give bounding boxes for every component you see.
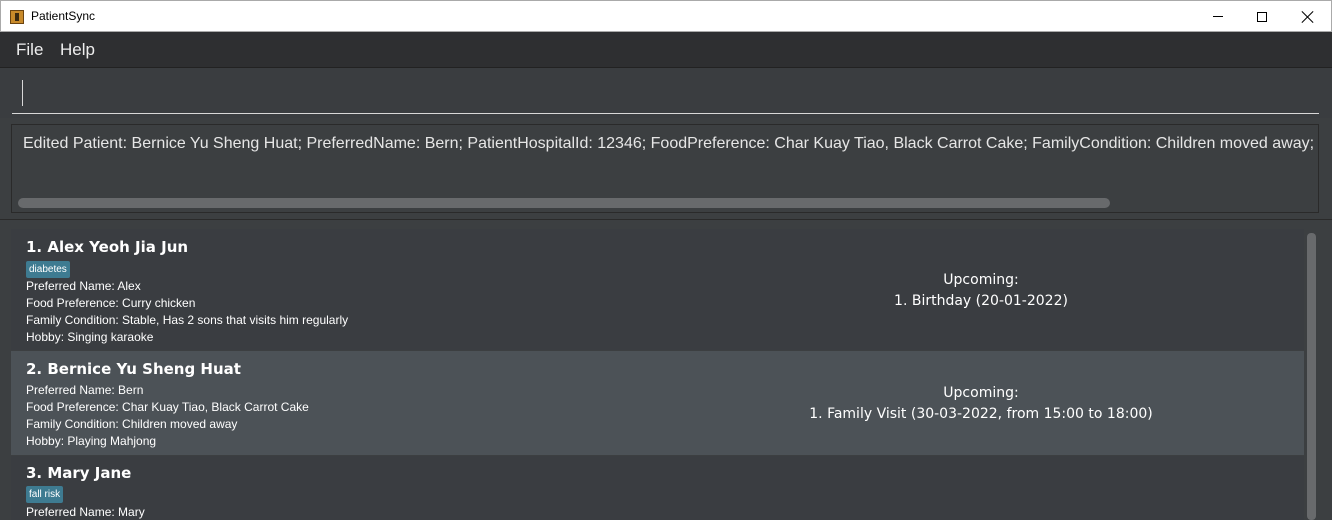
menu-help[interactable]: Help [60,40,95,60]
vertical-scrollbar-thumb[interactable] [1307,233,1316,520]
food-preference: Food Preference: Curry chicken [26,296,196,310]
patient-name: 3. Mary Jane [26,464,132,482]
upcoming-event: 1. Birthday (20-01-2022) [894,293,1068,309]
patient-card[interactable]: 1. Alex Yeoh Jia Jun diabetes Preferred … [11,229,1304,350]
patient-list[interactable]: 1. Alex Yeoh Jia Jun diabetes Preferred … [11,229,1321,520]
upcoming-title: Upcoming: [943,272,1019,288]
result-display[interactable]: Edited Patient: Bernice Yu Sheng Huat; P… [11,124,1319,213]
menu-file[interactable]: File [16,40,43,60]
menu-bar: File Help [0,32,1332,68]
close-icon [1302,11,1314,23]
preferred-name: Preferred Name: Bern [26,383,144,397]
patient-tag: fall risk [26,486,64,503]
close-button[interactable] [1285,1,1331,32]
patient-name: 1. Alex Yeoh Jia Jun [26,238,189,256]
preferred-name: Preferred Name: Mary [26,505,145,519]
maximize-icon [1257,11,1267,22]
maximize-button[interactable] [1239,1,1285,32]
patient-tag: diabetes [26,261,70,278]
vertical-scrollbar[interactable] [1307,233,1316,520]
food-preference: Food Preference: Char Kuay Tiao, Black C… [26,400,309,414]
patient-card-selected[interactable]: 2. Bernice Yu Sheng Huat Preferred Name:… [11,351,1304,455]
text-caret [22,80,23,106]
family-condition: Family Condition: Children moved away [26,417,238,431]
family-condition: Family Condition: Stable, Has 2 sons tha… [26,313,349,327]
divider [0,219,1332,220]
command-input[interactable] [12,74,1319,114]
horizontal-scrollbar-thumb[interactable] [18,198,1110,208]
command-box [0,68,1332,118]
upcoming-section: Upcoming: 1. Birthday (20-01-2022) [781,270,1181,312]
result-text: Edited Patient: Bernice Yu Sheng Huat; P… [23,135,1315,152]
window-title: PatientSync [31,9,96,23]
patient-name: 2. Bernice Yu Sheng Huat [26,360,241,378]
minimize-button[interactable] [1195,1,1241,32]
title-bar: PatientSync [0,0,1332,32]
upcoming-event: 1. Family Visit (30-03-2022, from 15:00 … [809,406,1153,422]
patient-card[interactable]: 3. Mary Jane fall risk Preferred Name: M… [11,456,1304,520]
hobby: Hobby: Singing karaoke [26,330,154,344]
minimize-icon [1213,16,1223,17]
preferred-name: Preferred Name: Alex [26,279,141,293]
upcoming-title: Upcoming: [943,385,1019,401]
horizontal-scrollbar[interactable] [18,198,1314,208]
hobby: Hobby: Playing Mahjong [26,434,157,448]
app-icon [10,10,24,24]
upcoming-section: Upcoming: 1. Family Visit (30-03-2022, f… [781,383,1181,425]
